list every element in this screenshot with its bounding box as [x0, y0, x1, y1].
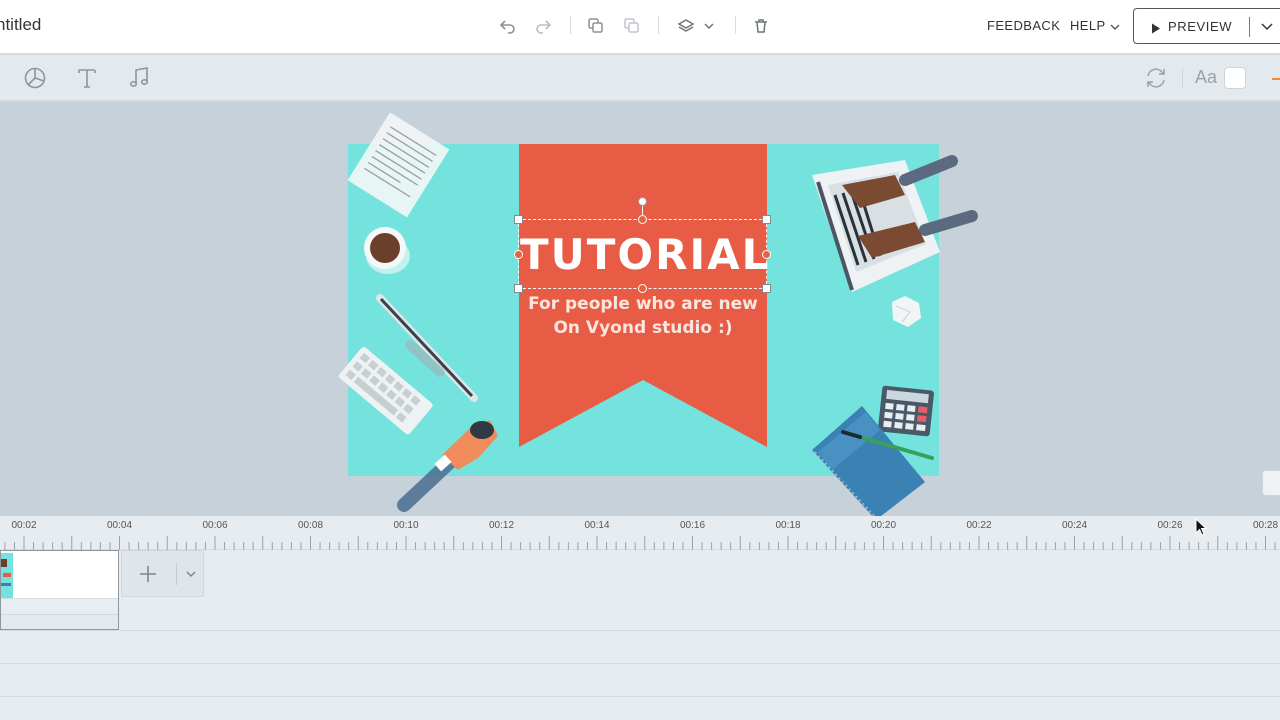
- feedback-link[interactable]: FEEDBACK: [987, 18, 1060, 33]
- resize-handle-s[interactable]: [638, 284, 647, 293]
- ruler-ticks: [4, 536, 1276, 550]
- selection-box[interactable]: [518, 219, 767, 289]
- font-button[interactable]: Aa: [1195, 67, 1217, 88]
- scene-thumbnail[interactable]: [0, 550, 119, 630]
- subtitle-line-1: For people who are new: [528, 294, 758, 314]
- scene-extra-track[interactable]: [1, 614, 118, 629]
- undo-icon[interactable]: [496, 14, 520, 38]
- chevron-down-icon[interactable]: [697, 14, 721, 38]
- resize-handle-nw[interactable]: [514, 215, 523, 224]
- tick-label: 00:18: [775, 520, 801, 531]
- paste-icon[interactable]: [620, 14, 644, 38]
- document-title[interactable]: ntitled: [0, 15, 41, 35]
- preview-dropdown-icon[interactable]: [1259, 18, 1275, 39]
- tick-label: 00:10: [393, 520, 419, 531]
- resize-handle-sw[interactable]: [514, 284, 523, 293]
- subtitle-line-2: On Vyond studio :): [553, 318, 733, 338]
- track-divider: [0, 630, 1280, 631]
- add-scene-button[interactable]: [122, 551, 174, 596]
- track-divider: [0, 663, 1280, 664]
- resize-handle-se[interactable]: [762, 284, 771, 293]
- scene-thumbnail-image: [1, 553, 13, 598]
- resize-handle-n[interactable]: [638, 215, 647, 224]
- track-divider: [0, 696, 1280, 697]
- tick-label: 00:24: [1061, 520, 1088, 531]
- swap-icon[interactable]: [1143, 65, 1169, 91]
- tutorial-subtitle-text[interactable]: For people who are new On Vyond studio :…: [520, 292, 766, 340]
- top-toolbar: ntitled FEEDBACK HELP PREVIEW: [0, 0, 1280, 54]
- tick-label: 00:06: [202, 520, 228, 531]
- redo-icon[interactable]: [531, 14, 555, 38]
- tick-label: 00:28: [1252, 520, 1279, 531]
- resize-handle-e[interactable]: [762, 250, 771, 259]
- add-scene-dropdown[interactable]: [179, 551, 203, 596]
- copy-icon[interactable]: [584, 14, 608, 38]
- preview-label: PREVIEW: [1168, 19, 1233, 34]
- tick-label: 00:02: [11, 520, 37, 531]
- tick-label: 00:26: [1157, 520, 1183, 531]
- rotate-handle[interactable]: [638, 197, 647, 206]
- asset-toolbar: Aa: [0, 55, 1280, 101]
- trash-icon[interactable]: [749, 14, 773, 38]
- accent-indicator: [1272, 78, 1280, 80]
- tick-label: 00:16: [679, 520, 706, 531]
- tick-label: 00:20: [870, 520, 897, 531]
- scene-audio-track[interactable]: [1, 598, 118, 614]
- tick-label: 00:12: [488, 520, 515, 531]
- help-menu[interactable]: HELP: [1070, 18, 1106, 33]
- layers-icon[interactable]: [674, 14, 698, 38]
- tick-label: 00:08: [297, 520, 324, 531]
- chevron-down-icon: [186, 570, 196, 577]
- plus-icon: [140, 565, 156, 582]
- mouse-cursor-icon: [1195, 518, 1208, 536]
- timeline-panel: 00:02 00:04 00:06 00:08 00:10 00:12 00:14 00:16…: [0, 516, 1280, 720]
- resize-handle-ne[interactable]: [762, 215, 771, 224]
- music-icon[interactable]: [126, 65, 152, 91]
- chart-icon[interactable]: [22, 65, 48, 91]
- text-icon[interactable]: [74, 65, 100, 91]
- help-chevron-icon[interactable]: [1103, 15, 1127, 39]
- play-icon: [1151, 21, 1161, 39]
- timeline-ruler[interactable]: 00:02 00:04 00:06 00:08 00:10 00:12 00:14 00:16…: [0, 516, 1280, 550]
- resize-handle-w[interactable]: [514, 250, 523, 259]
- tick-label: 00:14: [584, 520, 610, 531]
- tick-label: 00:04: [106, 520, 133, 531]
- text-color-swatch[interactable]: [1224, 67, 1246, 89]
- side-panel-toggle[interactable]: [1262, 470, 1280, 496]
- tick-label: 00:22: [966, 520, 992, 531]
- add-scene-control: [121, 550, 204, 597]
- preview-button[interactable]: PREVIEW: [1133, 8, 1280, 44]
